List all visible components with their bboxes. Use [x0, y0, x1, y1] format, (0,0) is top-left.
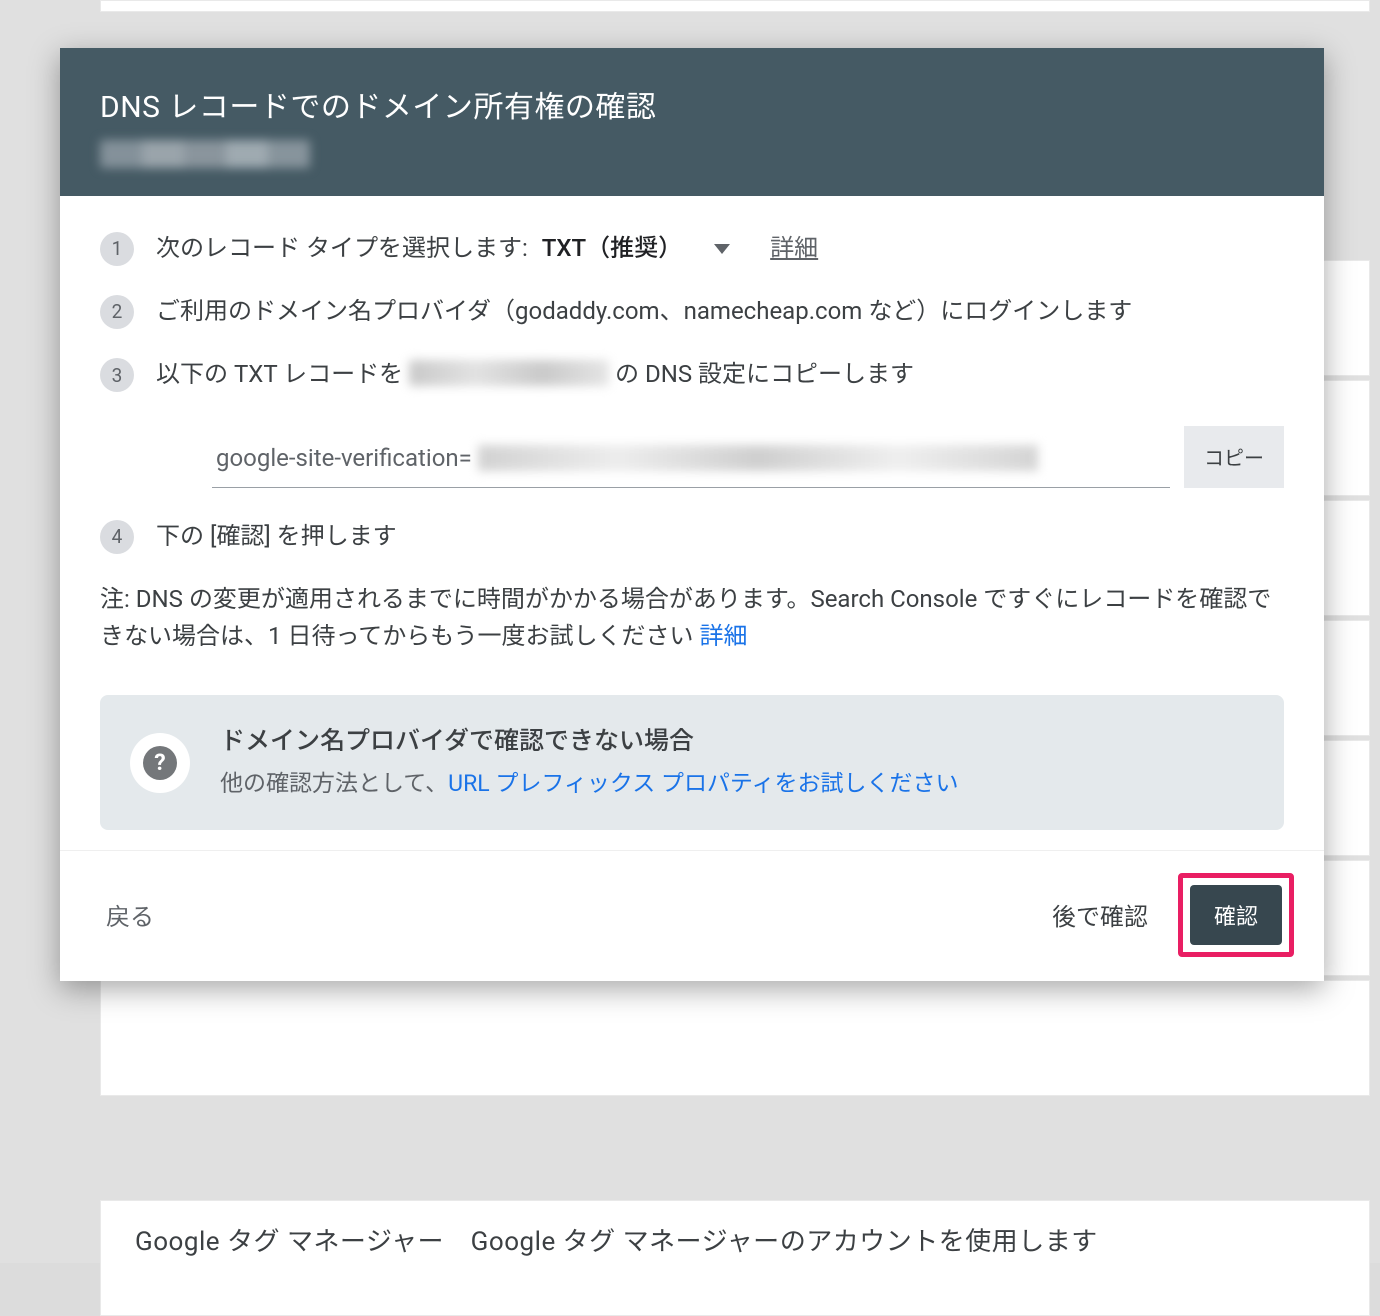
step3-prefix: 以下の TXT レコードを	[156, 360, 409, 388]
chevron-down-icon	[714, 244, 730, 254]
background-row	[100, 1200, 1370, 1316]
info-text-block: ドメイン名プロバイダで確認できない場合 他の確認方法として、URL プレフィック…	[220, 723, 959, 801]
domain-name-redacted	[100, 140, 310, 168]
step2-text: ご利用のドメイン名プロバイダ（godaddy.com、namecheap.com…	[156, 297, 1132, 325]
step-1: 次のレコード タイプを選択します: TXT（推奨） 詳細	[100, 230, 1284, 267]
dns-note-details-link[interactable]: 詳細	[699, 622, 747, 650]
dialog-title: DNS レコードでのドメイン所有権の確認	[100, 82, 1284, 126]
background-row	[100, 980, 1370, 1096]
step3-domain-redacted	[409, 360, 609, 386]
txt-record-prefix: google-site-verification=	[216, 440, 472, 477]
record-type-selected-value: TXT（推奨）	[542, 230, 682, 267]
alternate-verification-info: ? ドメイン名プロバイダで確認できない場合 他の確認方法として、URL プレフィ…	[100, 695, 1284, 829]
dialog-actions: 戻る 後で確認 確認	[60, 850, 1324, 981]
txt-record-field[interactable]: google-site-verification=	[212, 426, 1170, 488]
step-2: ご利用のドメイン名プロバイダ（godaddy.com、namecheap.com…	[100, 293, 1284, 330]
dialog-body: 次のレコード タイプを選択します: TXT（推奨） 詳細 ご利用のドメイン名プロ…	[60, 196, 1324, 850]
info-sub-prefix: 他の確認方法として、	[220, 770, 448, 797]
dialog-header: DNS レコードでのドメイン所有権の確認	[60, 48, 1324, 196]
step-3: 以下の TXT レコードを の DNS 設定にコピーします google-sit…	[100, 356, 1284, 487]
background-row	[100, 0, 1370, 12]
dns-note: 注: DNS の変更が適用されるまでに時間がかかる場合があります。Search …	[100, 581, 1284, 655]
txt-record-value-redacted	[478, 445, 1038, 471]
verify-button-highlight: 確認	[1178, 873, 1294, 957]
url-prefix-property-link[interactable]: URL プレフィックス プロパティをお試しください	[448, 770, 958, 797]
verify-later-button[interactable]: 後で確認	[1034, 887, 1166, 942]
copy-button[interactable]: コピー	[1184, 426, 1284, 488]
help-icon-wrap: ?	[130, 733, 190, 793]
info-title: ドメイン名プロバイダで確認できない場合	[220, 723, 959, 762]
step1-details-link[interactable]: 詳細	[770, 230, 818, 267]
verify-button[interactable]: 確認	[1190, 885, 1282, 945]
step1-label: 次のレコード タイプを選択します:	[156, 230, 528, 267]
question-mark-icon: ?	[143, 746, 177, 780]
step-4: 下の [確認] を押します	[100, 518, 1284, 555]
step4-text: 下の [確認] を押します	[156, 522, 397, 550]
dns-note-text: 注: DNS の変更が適用されるまでに時間がかかる場合があります。Search …	[100, 585, 1271, 650]
verify-ownership-dialog: DNS レコードでのドメイン所有権の確認 次のレコード タイプを選択します: T…	[60, 48, 1324, 981]
back-button[interactable]: 戻る	[100, 889, 160, 940]
steps-list: 次のレコード タイプを選択します: TXT（推奨） 詳細 ご利用のドメイン名プロ…	[100, 230, 1284, 555]
step3-suffix: の DNS 設定にコピーします	[609, 360, 914, 388]
record-type-select[interactable]: TXT（推奨）	[542, 230, 730, 267]
background-footer-text: Google タグ マネージャー Google タグ マネージャーのアカウントを…	[135, 1221, 1098, 1258]
